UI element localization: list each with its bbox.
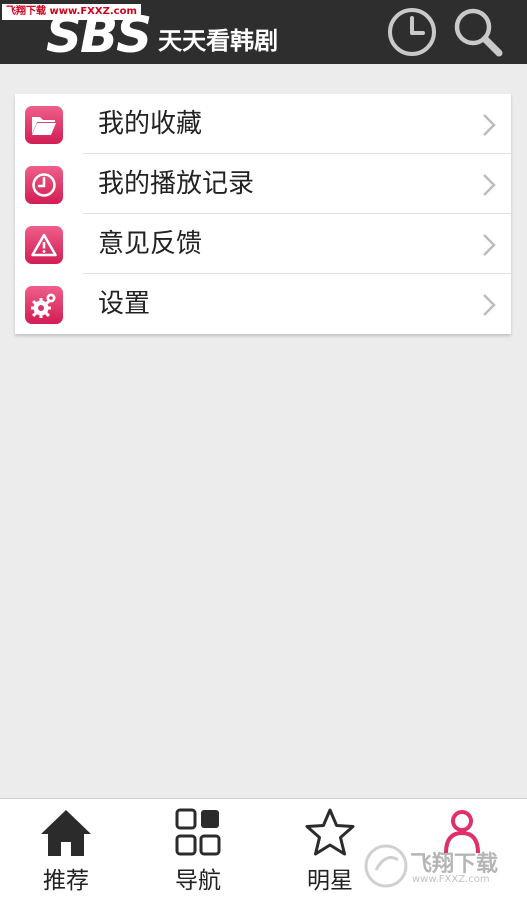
nav-tab-recommend[interactable]: 推荐	[0, 799, 132, 900]
chevron-right-icon	[483, 114, 496, 136]
menu-list: 我的收藏 我的播放记录 意见反馈 设置	[15, 94, 511, 334]
search-button[interactable]	[452, 6, 504, 58]
watermark-bottom-url: www.FXXZ.com	[412, 874, 490, 885]
home-icon	[41, 810, 91, 856]
menu-label: 意见反馈	[98, 229, 203, 259]
grid-icon	[175, 808, 221, 856]
menu-label: 我的收藏	[98, 109, 203, 139]
nav-tab-navigation[interactable]: 导航	[132, 799, 264, 900]
menu-item-settings[interactable]: 设置	[15, 274, 511, 334]
menu-label: 我的播放记录	[98, 169, 255, 199]
clock-icon	[388, 8, 436, 56]
clock-icon	[25, 166, 63, 204]
chevron-right-icon	[483, 294, 496, 316]
folder-icon	[25, 106, 63, 144]
chevron-right-icon	[483, 174, 496, 196]
menu-item-feedback[interactable]: 意见反馈	[15, 214, 511, 274]
star-icon	[305, 808, 355, 856]
warning-icon	[25, 226, 63, 264]
search-icon	[454, 8, 503, 57]
nav-label: 导航	[175, 868, 221, 894]
history-button[interactable]	[386, 6, 438, 58]
logo-title: 天天看韩剧	[158, 27, 279, 55]
gear-icon	[25, 286, 63, 324]
menu-item-history[interactable]: 我的播放记录	[15, 154, 511, 214]
menu-label: 设置	[98, 289, 151, 319]
chevron-right-icon	[483, 234, 496, 256]
menu-item-favorites[interactable]: 我的收藏	[15, 94, 511, 154]
watermark-top: 飞翔下载 www.FXXZ.com	[2, 4, 141, 20]
nav-label: 推荐	[43, 868, 89, 894]
